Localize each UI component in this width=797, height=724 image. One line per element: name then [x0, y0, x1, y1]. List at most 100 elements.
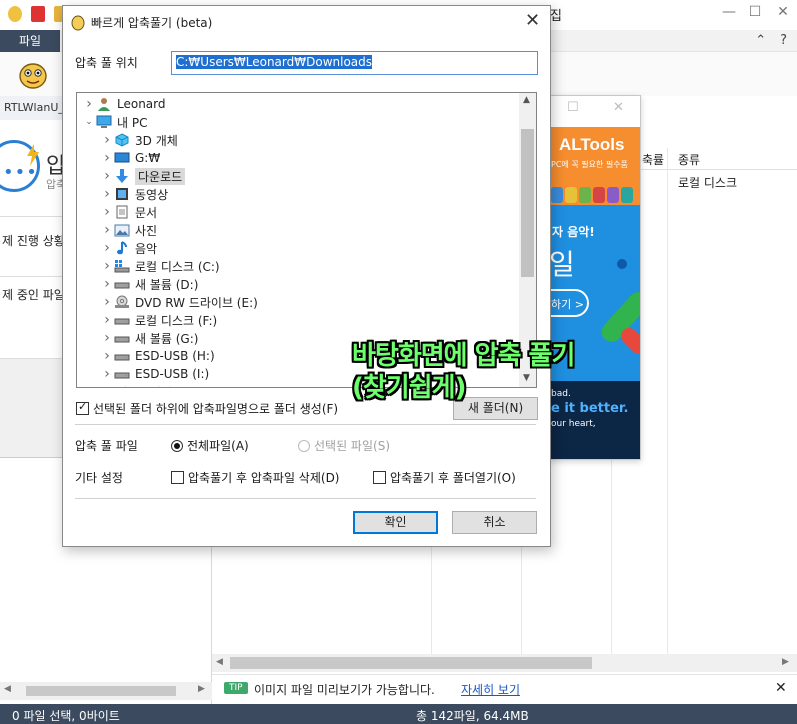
zip-file-icon[interactable]	[31, 6, 45, 22]
chevron-right-icon[interactable]: ›	[100, 186, 114, 202]
chevron-right-icon[interactable]: ›	[100, 294, 114, 310]
column-type[interactable]: 종류	[678, 151, 700, 168]
tree-item[interactable]: › G:₩	[100, 149, 160, 167]
file-list-horizontal-scrollbar[interactable]: ◀ ▶	[212, 654, 797, 672]
tree-item[interactable]: › 로컬 디스크 (F:)	[100, 311, 217, 329]
divider	[75, 424, 536, 425]
dialog-close-icon[interactable]: ✕	[525, 10, 540, 31]
extract-path-input[interactable]: C:₩Users₩Leonard₩Downloads	[171, 51, 538, 75]
help-icon[interactable]: ?	[780, 33, 787, 48]
music-note-icon	[114, 240, 130, 256]
ad-blue-big-text: 일	[549, 248, 575, 281]
tree-item[interactable]: › DVD RW 드라이브 (E:)	[100, 293, 258, 311]
scroll-right-icon[interactable]: ▶	[198, 684, 205, 694]
tree-item[interactable]: › Leonard	[82, 95, 166, 113]
drive-icon	[114, 366, 130, 382]
tip-bar: TIP 이미지 파일 미리보기가 가능합니다. 자세히 보기 ✕	[212, 674, 797, 702]
column-divider	[667, 148, 668, 654]
tree-item[interactable]: › ESD-USB (H:)	[100, 347, 214, 365]
ad-blue-headline: 자 음악!	[552, 225, 595, 239]
minimize-icon[interactable]: —	[716, 4, 742, 20]
app-icon	[593, 187, 605, 203]
chevron-right-icon[interactable]: ›	[100, 222, 114, 238]
radio-all-files[interactable]: 전체파일(A)	[171, 437, 249, 454]
tree-item[interactable]: › 로컬 디스크 (C:)	[100, 257, 220, 275]
tree-item-label: 사진	[135, 223, 158, 238]
create-folder-checkbox[interactable]	[76, 400, 89, 415]
radio-button[interactable]	[171, 439, 183, 452]
tree-item-label: 동영상	[135, 187, 169, 202]
delete-after-option[interactable]: 압축풀기 후 압축파일 삭제(D)	[171, 469, 340, 486]
chevron-right-icon[interactable]: ›	[100, 168, 114, 184]
tree-item[interactable]: › 문서	[100, 203, 157, 221]
tree-item[interactable]: › 새 볼륨 (D:)	[100, 275, 198, 293]
tree-item[interactable]: › 3D 개체	[100, 131, 178, 149]
scrollbar-thumb[interactable]	[521, 129, 534, 277]
tree-item-label: 로컬 디스크 (C:)	[135, 259, 220, 274]
app-icon	[579, 187, 591, 203]
maximize-icon[interactable]: ☐	[742, 4, 768, 20]
download-arrow-icon	[114, 168, 130, 184]
scroll-right-icon[interactable]: ▶	[782, 657, 789, 667]
tree-item[interactable]: › 새 볼륨 (G:)	[100, 329, 198, 347]
ad-close-icon[interactable]: ✕	[613, 100, 624, 115]
tree-item-label: DVD RW 드라이브 (E:)	[135, 295, 258, 310]
tree-item[interactable]: › 라이브러리	[82, 383, 172, 387]
ad-window: ☐ ✕ ALTools PC에 꼭 필요한 필수품 자 음악! 일 하기 > b…	[548, 95, 641, 460]
tree-item-label: 문서	[135, 205, 158, 220]
bandizip-icon	[71, 15, 85, 31]
column-ratio[interactable]: 축률	[642, 151, 664, 168]
title-icons	[8, 6, 68, 22]
left-horizontal-scrollbar[interactable]: ◀ ▶	[0, 682, 212, 700]
chevron-right-icon[interactable]: ›	[100, 366, 114, 382]
chevron-right-icon[interactable]: ›	[82, 384, 96, 387]
cancel-button[interactable]: 취소	[452, 511, 537, 534]
scroll-left-icon[interactable]: ◀	[4, 684, 11, 694]
document-icon	[114, 204, 130, 220]
chevron-right-icon[interactable]: ›	[100, 150, 114, 166]
drive-icon	[114, 312, 130, 328]
delete-after-label: 압축풀기 후 압축파일 삭제(D)	[188, 471, 340, 485]
menu-file[interactable]: 파일	[0, 30, 60, 52]
selection-status: 0 파일 선택, 0바이트	[12, 709, 120, 723]
ad-app-icons	[549, 183, 640, 205]
tree-item[interactable]: › 다운로드	[100, 167, 186, 185]
ad-maximize-icon[interactable]: ☐	[567, 100, 579, 115]
open-folder-after-option[interactable]: 압축풀기 후 폴더열기(O)	[373, 469, 516, 486]
chevron-right-icon[interactable]: ›	[100, 348, 114, 364]
tree-item[interactable]: › 사진	[100, 221, 157, 239]
chevron-right-icon[interactable]: ›	[100, 204, 114, 220]
ok-button[interactable]: 확인	[353, 511, 438, 534]
chevron-right-icon[interactable]: ›	[82, 96, 96, 112]
tree-item[interactable]: › ESD-USB (I:)	[100, 365, 209, 383]
tree-item[interactable]: ⌄ 내 PC	[82, 113, 147, 131]
chevron-right-icon[interactable]: ›	[100, 258, 114, 274]
chevron-right-icon[interactable]: ›	[100, 240, 114, 256]
scroll-left-icon[interactable]: ◀	[216, 657, 223, 667]
close-icon[interactable]: ✕	[770, 4, 796, 20]
create-folder-option[interactable]: 선택된 폴더 하위에 압축파일명으로 폴더 생성(F)	[76, 400, 338, 417]
ad-cta-button[interactable]: 하기 >	[549, 289, 589, 317]
delete-after-checkbox[interactable]	[171, 471, 184, 484]
tree-item-label: Leonard	[117, 97, 166, 111]
table-cell-type: 로컬 디스크	[678, 176, 738, 190]
chevron-right-icon[interactable]: ›	[100, 312, 114, 328]
scrollbar-thumb[interactable]	[230, 657, 592, 669]
chevron-right-icon[interactable]: ›	[100, 132, 114, 148]
scroll-up-icon[interactable]: ▲	[523, 95, 530, 105]
open-folder-after-checkbox[interactable]	[373, 471, 386, 484]
chevron-right-icon[interactable]: ›	[100, 276, 114, 292]
overall-progress-label: 제 진행 상황	[2, 234, 65, 248]
tip-close-icon[interactable]: ✕	[775, 680, 787, 696]
app-icon	[621, 187, 633, 203]
scrollbar-thumb[interactable]	[26, 686, 176, 696]
chevron-right-icon[interactable]: ›	[100, 330, 114, 346]
chevron-down-icon[interactable]: ⌄	[82, 117, 96, 127]
tip-details-link[interactable]: 자세히 보기	[461, 681, 520, 698]
tree-item[interactable]: › 음악	[100, 239, 157, 257]
ribbon-collapse-icon[interactable]: ⌃	[755, 33, 766, 48]
toolbar-mascot-icon[interactable]	[16, 58, 50, 92]
tree-item[interactable]: › 동영상	[100, 185, 168, 203]
app-logo-icon	[8, 6, 22, 22]
ad-altools-banner[interactable]: ALTools PC에 꼭 필요한 필수품	[549, 127, 640, 205]
